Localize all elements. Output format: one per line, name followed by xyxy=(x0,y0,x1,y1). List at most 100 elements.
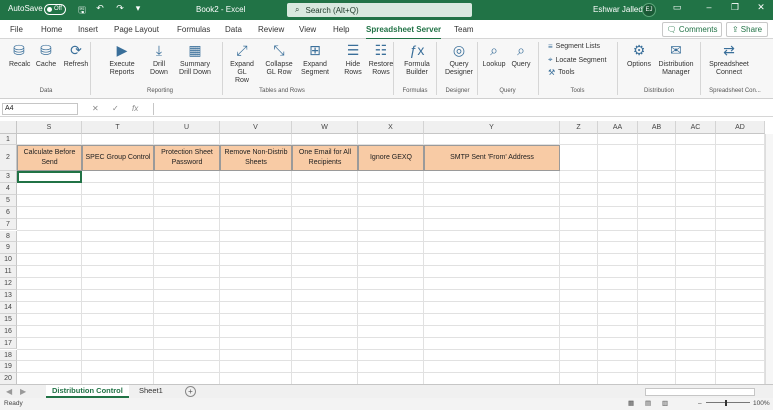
expand-gl-row-button[interactable]: ⤢ Expand GL Row xyxy=(226,41,258,85)
column-header-v[interactable]: V xyxy=(220,121,292,134)
column-header-ac[interactable]: AC xyxy=(676,121,716,134)
column-header-x[interactable]: X xyxy=(358,121,424,134)
maximize-icon[interactable]: ❐ xyxy=(728,2,742,13)
user-name[interactable]: Eshwar Jalleda xyxy=(593,5,647,14)
row-header-7[interactable]: 7 xyxy=(0,218,17,231)
zoom-slider[interactable] xyxy=(706,402,750,403)
header-cell[interactable]: Remove Non-Distrib Sheets xyxy=(220,145,292,171)
row-header-13[interactable]: 13 xyxy=(0,290,17,302)
close-icon[interactable]: ✕ xyxy=(754,2,768,13)
tab-page-layout[interactable]: Page Layout xyxy=(114,25,159,34)
vertical-scrollbar[interactable] xyxy=(765,134,773,384)
worksheet-grid[interactable]: S T U V W X Y Z AA AB AC AD 1 2 3 4 5 6 7 8 9 10 11 12 13 14 15 16 1… xyxy=(0,121,773,384)
header-cell[interactable]: Calculate Before Send xyxy=(17,145,82,171)
tab-file[interactable]: File xyxy=(10,25,23,34)
row-header-18[interactable]: 18 xyxy=(0,349,17,362)
row-header-12[interactable]: 12 xyxy=(0,278,17,290)
normal-view-icon[interactable]: ▦ xyxy=(628,398,634,410)
column-header-t[interactable]: T xyxy=(82,121,154,134)
comments-button[interactable]: 🗨 Comments xyxy=(662,22,722,37)
autosave-toggle[interactable]: Off xyxy=(44,4,66,15)
zoom-slider-knob[interactable] xyxy=(725,400,727,406)
row-header-4[interactable]: 4 xyxy=(0,182,17,195)
zoom-out-icon[interactable]: – xyxy=(698,398,702,410)
column-header-z[interactable]: Z xyxy=(560,121,598,134)
column-header-s[interactable]: S xyxy=(17,121,82,134)
hide-rows-button[interactable]: ☰ Hide Rows xyxy=(342,41,364,77)
column-header-ad[interactable]: AD xyxy=(716,121,765,134)
save-icon[interactable]: 🖫 xyxy=(76,3,88,19)
query-designer-button[interactable]: ◎ Query Designer xyxy=(442,41,476,77)
row-header-6[interactable]: 6 xyxy=(0,206,17,219)
tab-spreadsheet-server[interactable]: Spreadsheet Server xyxy=(366,25,442,40)
next-sheet-icon[interactable]: ▶ xyxy=(20,387,26,396)
customize-qat-icon[interactable]: ▾ xyxy=(132,3,144,14)
row-header-5[interactable]: 5 xyxy=(0,194,17,207)
row-header-20[interactable]: 20 xyxy=(0,373,17,384)
sheet-tab-distribution-control[interactable]: Distribution Control xyxy=(46,385,129,398)
restore-rows-button[interactable]: ☷ Restore Rows xyxy=(367,41,395,77)
enter-icon[interactable]: ✓ xyxy=(112,104,119,113)
spreadsheet-connect-button[interactable]: ⇄ Spreadsheet Connect xyxy=(704,41,754,77)
tab-team[interactable]: Team xyxy=(454,25,474,34)
cache-button[interactable]: ⛁ Cache xyxy=(35,41,57,69)
formula-builder-button[interactable]: ƒx Formula Builder xyxy=(401,41,433,77)
active-cell-highlight[interactable] xyxy=(17,171,82,183)
column-header-u[interactable]: U xyxy=(154,121,220,134)
row-header-2[interactable]: 2 xyxy=(0,145,17,171)
tab-home[interactable]: Home xyxy=(41,25,62,34)
redo-icon[interactable]: ↷ xyxy=(114,3,126,14)
expand-segment-button[interactable]: ⊞ Expand Segment xyxy=(297,41,333,77)
row-header-8[interactable]: 8 xyxy=(0,230,17,243)
row-header-14[interactable]: 14 xyxy=(0,301,17,314)
row-header-16[interactable]: 16 xyxy=(0,325,17,338)
row-header-9[interactable]: 9 xyxy=(0,242,17,255)
refresh-button[interactable]: ⟳ Refresh xyxy=(63,41,89,69)
column-header-y[interactable]: Y xyxy=(424,121,560,134)
search-box[interactable]: ⌕ Search (Alt+Q) xyxy=(287,3,472,17)
drill-down-button[interactable]: ⤓ Drill Down xyxy=(148,41,170,77)
name-box[interactable]: A4 xyxy=(2,103,78,115)
formula-input[interactable] xyxy=(153,103,768,115)
tab-formulas[interactable]: Formulas xyxy=(177,25,210,34)
page-layout-view-icon[interactable]: ▤ xyxy=(645,398,651,410)
row-header-3[interactable]: 3 xyxy=(0,171,17,183)
row-header-15[interactable]: 15 xyxy=(0,313,17,326)
options-button[interactable]: ⚙ Options xyxy=(624,41,654,69)
summary-drill-down-button[interactable]: ▦ Summary Drill Down xyxy=(176,41,214,77)
share-button[interactable]: ⇪ Share xyxy=(726,22,768,37)
header-cell[interactable]: Protection Sheet Password xyxy=(154,145,220,171)
select-all-corner[interactable] xyxy=(0,121,17,134)
prev-sheet-icon[interactable]: ◀ xyxy=(6,387,12,396)
segment-lists-button[interactable]: ≡ Segment Lists xyxy=(548,42,600,51)
cancel-icon[interactable]: ✕ xyxy=(92,104,99,113)
avatar[interactable]: EJ xyxy=(642,3,656,17)
recalc-button[interactable]: ⛁ Recalc xyxy=(9,41,30,69)
column-header-w[interactable]: W xyxy=(292,121,358,134)
row-header-1[interactable]: 1 xyxy=(0,134,17,145)
tab-insert[interactable]: Insert xyxy=(78,25,98,34)
minimize-icon[interactable]: – xyxy=(702,2,716,12)
header-cell[interactable]: One Email for All Recipients xyxy=(292,145,358,171)
zoom-level[interactable]: 100% xyxy=(753,398,770,410)
collapse-gl-row-button[interactable]: ⤡ Collapse GL Row xyxy=(262,41,296,77)
tab-view[interactable]: View xyxy=(299,25,316,34)
horizontal-scrollbar[interactable] xyxy=(645,388,755,396)
column-header-ab[interactable]: AB xyxy=(638,121,676,134)
tab-data[interactable]: Data xyxy=(225,25,242,34)
add-sheet-icon[interactable]: + xyxy=(185,386,196,397)
page-break-view-icon[interactable]: ▥ xyxy=(662,398,668,410)
query-button[interactable]: ⌕ Query xyxy=(509,41,533,69)
row-header-10[interactable]: 10 xyxy=(0,254,17,267)
tools-button[interactable]: ⚒ Tools xyxy=(548,68,575,77)
column-header-aa[interactable]: AA xyxy=(598,121,638,134)
tab-review[interactable]: Review xyxy=(258,25,284,34)
row-header-11[interactable]: 11 xyxy=(0,266,17,279)
header-cell[interactable]: SPEC Group Control xyxy=(82,145,154,171)
row-header-19[interactable]: 19 xyxy=(0,361,17,374)
header-cell[interactable]: Ignore GEXQ xyxy=(358,145,424,171)
ribbon-display-icon[interactable]: ▭ xyxy=(670,2,684,13)
sheet-tab-sheet1[interactable]: Sheet1 xyxy=(133,385,169,398)
distribution-manager-button[interactable]: ✉ Distribution Manager xyxy=(656,41,696,77)
tab-help[interactable]: Help xyxy=(333,25,349,34)
